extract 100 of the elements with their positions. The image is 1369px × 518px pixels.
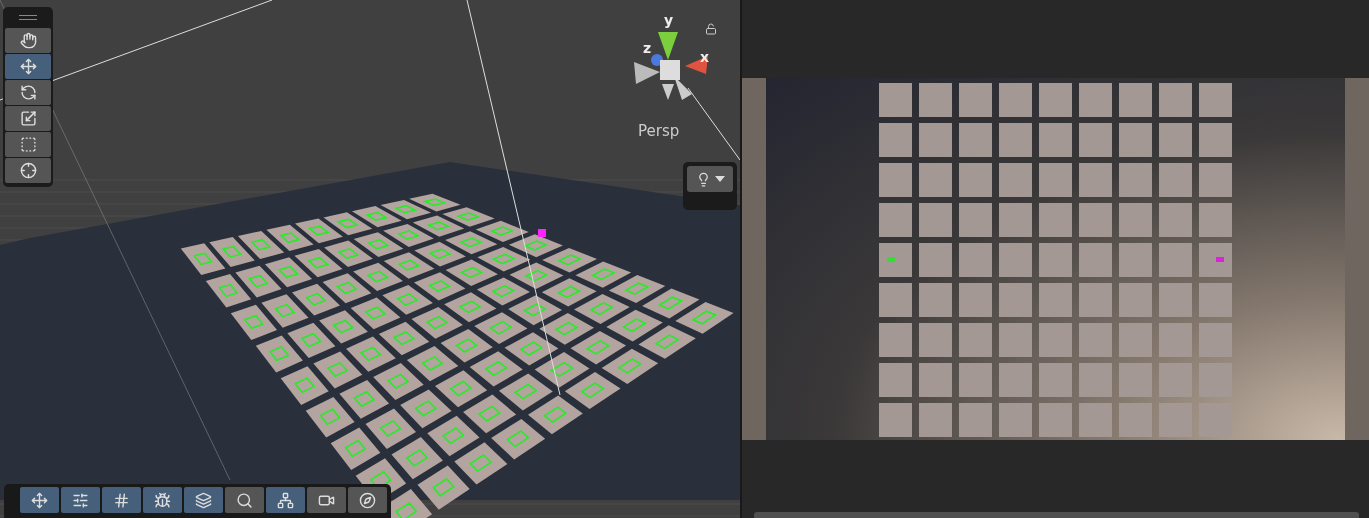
floor-tile [999,203,1032,237]
floor-tile [959,203,992,237]
floor-tile [1159,203,1192,237]
rect-tool-button[interactable] [5,132,51,157]
floor-tile [1119,163,1152,197]
floor-tile [1039,203,1072,237]
floor-tile [959,243,992,277]
nodes-toggle-button[interactable] [266,487,305,513]
floor-tile [1199,283,1232,317]
caret-icon [714,176,725,182]
floor-tile [999,123,1032,157]
search-toggle-button[interactable] [225,487,264,513]
transform-icon [19,162,37,179]
floor-tile [1199,83,1232,117]
move-tool-button[interactable] [5,54,51,79]
floor-tile [919,243,952,277]
floor-tile [959,83,992,117]
floor-tile [959,403,992,437]
floor-tile [1119,123,1152,157]
bug-icon [154,491,171,509]
floor-tile [959,323,992,357]
axis-label: y [664,12,674,28]
scale-tool-button[interactable] [5,106,51,131]
marker-icon [1216,257,1224,262]
floor-tile [1079,403,1112,437]
floor-tile [1119,403,1152,437]
floor-tile [919,363,952,397]
hand-tool-button[interactable] [5,28,51,53]
floor-tile [1159,283,1192,317]
camera-toggle-button[interactable] [307,487,346,513]
floor-tile [959,283,992,317]
floor-tile [1159,83,1192,117]
scale-icon [19,110,37,127]
floor-tile [879,163,912,197]
floor-tile [879,203,912,237]
floor-tile [1039,83,1072,117]
rotate-icon [19,84,37,101]
floor-tile [999,163,1032,197]
floor-tile [1039,243,1072,277]
floor-tile [1199,323,1232,357]
floor-tile [999,403,1032,437]
axis-label: z [643,40,652,56]
floor-tile [1119,243,1152,277]
floor-tile [879,123,912,157]
floor-tile [999,283,1032,317]
floor-tile [879,283,912,317]
nodes-icon [277,491,294,509]
projection-toggle[interactable]: Persp [638,122,680,140]
floor-tile [1039,403,1072,437]
compass-toggle-button[interactable] [348,487,387,513]
grid-icon [113,491,130,509]
transform-tool-button[interactable] [5,158,51,183]
rect-icon [19,136,37,153]
floor-tile [1039,123,1072,157]
floor-tile [919,283,952,317]
floor-tile [1079,243,1112,277]
floor-tile [999,323,1032,357]
floor-tile [879,403,912,437]
floor-tile [1159,163,1192,197]
floor-tile [1159,323,1192,357]
floor-tile [1119,323,1152,357]
floor-tile [879,323,912,357]
floor-tile [879,83,912,117]
floor-tile [919,203,952,237]
floor-tile [1039,363,1072,397]
floor-tile [1199,203,1232,237]
floor-tile [1119,363,1152,397]
sliders-toggle-button[interactable] [61,487,100,513]
floor-tile [1199,163,1232,197]
floor-tile [1159,243,1192,277]
floor-tile [1079,323,1112,357]
floor-tile [1159,123,1192,157]
move-icon [19,58,37,75]
floor-tile [919,323,952,357]
floor-tile [879,363,912,397]
floor-tile [1199,363,1232,397]
layers-toggle-button[interactable] [184,487,223,513]
compass-icon [359,491,376,509]
bug-toggle-button[interactable] [143,487,182,513]
rotate-tool-button[interactable] [5,80,51,105]
lighting-dropdown[interactable] [687,166,733,192]
floor-tile [959,163,992,197]
floor-tile [1079,283,1112,317]
floor-tile [919,83,952,117]
floor-tile [1079,363,1112,397]
scrollbar[interactable] [754,512,1359,518]
floor-tile [999,363,1032,397]
floor-tile [1079,203,1112,237]
floor-tile [1079,163,1112,197]
search-icon [236,491,253,509]
move-toggle-button[interactable] [20,487,59,513]
floor-tile [999,243,1032,277]
floor-tile [1039,283,1072,317]
grid-toggle-button[interactable] [102,487,141,513]
lock-icon[interactable] [705,23,717,35]
floor-tile [1119,283,1152,317]
floor-tile [919,163,952,197]
floor-tile [1039,323,1072,357]
floor-tile [1079,123,1112,157]
floor-tile [1039,163,1072,197]
